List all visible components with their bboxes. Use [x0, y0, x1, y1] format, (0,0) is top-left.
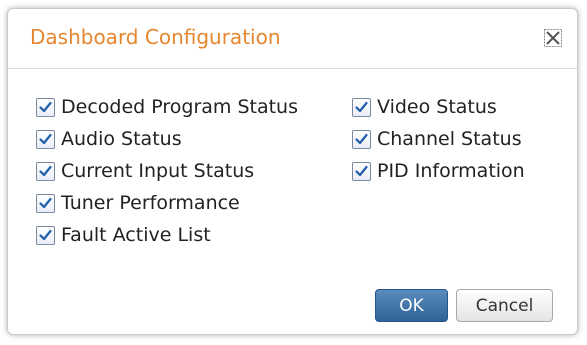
dashboard-configuration-dialog: Dashboard Configuration Decoded Program … — [7, 8, 578, 335]
checkmark-icon — [39, 101, 52, 112]
option-decoded-program-status[interactable]: Decoded Program Status — [36, 91, 298, 123]
checkmark-icon — [39, 165, 52, 176]
option-label: Audio Status — [61, 128, 182, 150]
option-label: Current Input Status — [61, 160, 255, 182]
checkbox-current-input-status[interactable] — [36, 161, 55, 181]
option-video-status[interactable]: Video Status — [352, 91, 525, 123]
checkbox-audio-status[interactable] — [36, 129, 55, 149]
option-label: Decoded Program Status — [61, 96, 298, 118]
dialog-title: Dashboard Configuration — [30, 25, 281, 49]
option-audio-status[interactable]: Audio Status — [36, 123, 298, 155]
ok-button[interactable]: OK — [375, 289, 448, 322]
option-label: Channel Status — [377, 128, 522, 150]
option-label: Tuner Performance — [61, 192, 240, 214]
checkbox-decoded-program-status[interactable] — [36, 97, 55, 117]
checkbox-video-status[interactable] — [352, 97, 371, 117]
checkmark-icon — [39, 229, 52, 240]
options-left-column: Decoded Program Status Audio Status Curr… — [36, 91, 298, 251]
option-label: PID Information — [377, 160, 525, 182]
option-current-input-status[interactable]: Current Input Status — [36, 155, 298, 187]
cancel-button[interactable]: Cancel — [456, 289, 553, 322]
option-tuner-performance[interactable]: Tuner Performance — [36, 187, 298, 219]
checkmark-icon — [39, 197, 52, 208]
option-label: Video Status — [377, 96, 497, 118]
checkbox-tuner-performance[interactable] — [36, 193, 55, 213]
checkmark-icon — [39, 133, 52, 144]
option-pid-information[interactable]: PID Information — [352, 155, 525, 187]
title-divider — [8, 68, 577, 69]
close-icon[interactable] — [543, 28, 563, 48]
option-channel-status[interactable]: Channel Status — [352, 123, 525, 155]
checkmark-icon — [355, 101, 368, 112]
checkbox-channel-status[interactable] — [352, 129, 371, 149]
option-label: Fault Active List — [61, 224, 211, 246]
checkbox-fault-active-list[interactable] — [36, 225, 55, 245]
checkmark-icon — [355, 133, 368, 144]
checkmark-icon — [355, 165, 368, 176]
option-fault-active-list[interactable]: Fault Active List — [36, 219, 298, 251]
checkbox-pid-information[interactable] — [352, 161, 371, 181]
options-right-column: Video Status Channel Status PID Informat… — [352, 91, 525, 187]
